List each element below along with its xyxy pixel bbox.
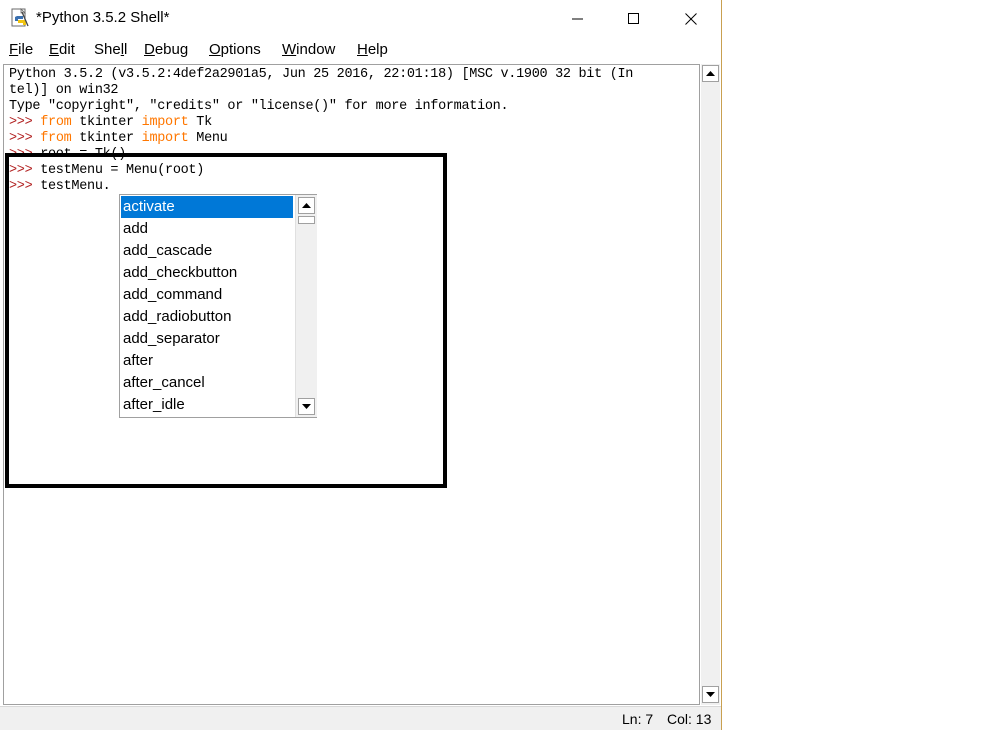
completion-scrollbar[interactable] xyxy=(295,195,317,417)
vertical-scrollbar[interactable] xyxy=(701,64,720,705)
minimize-icon xyxy=(572,18,583,20)
completion-item[interactable]: add xyxy=(121,218,293,240)
completion-item[interactable]: add_cascade xyxy=(121,240,293,262)
scroll-up-button[interactable] xyxy=(702,65,719,82)
code-line: >>> from tkinter import Menu xyxy=(9,131,228,146)
menu-shell[interactable]: Shell xyxy=(94,41,127,58)
menu-window[interactable]: Window xyxy=(282,41,335,58)
maximize-button[interactable] xyxy=(611,0,657,38)
completion-item[interactable]: activate xyxy=(121,196,293,218)
banner-line: tel)] on win32 xyxy=(9,83,119,98)
shell-prompt: >>> xyxy=(9,179,33,194)
menu-debug[interactable]: Debug xyxy=(144,41,188,58)
close-icon xyxy=(685,13,697,25)
minimize-button[interactable] xyxy=(555,0,601,38)
completion-item[interactable]: after_cancel xyxy=(121,372,293,394)
shell-prompt: >>> xyxy=(9,163,33,178)
code-line: >>> from tkinter import Tk xyxy=(9,115,212,130)
window-title: *Python 3.5.2 Shell* xyxy=(36,9,170,26)
completion-item[interactable]: add_command xyxy=(121,284,293,306)
menu-bar: File Edit Shell Debug Options Window Hel… xyxy=(0,38,721,62)
arrow-down-icon xyxy=(706,691,715,697)
arrow-up-icon xyxy=(706,70,715,76)
shell-prompt: >>> xyxy=(9,131,33,146)
code-line: >>> testMenu. xyxy=(9,179,111,194)
completion-list[interactable]: activate add add_cascade add_checkbutton… xyxy=(120,195,294,417)
shell-prompt: >>> xyxy=(9,147,33,162)
idle-shell-window: *Python 3.5.2 Shell* File Edit Shell Deb… xyxy=(0,0,722,730)
line-indicator: Ln: 7 xyxy=(622,711,654,727)
maximize-icon xyxy=(628,13,639,24)
completion-item[interactable]: after_idle xyxy=(121,394,293,416)
python-idle-icon xyxy=(11,8,29,27)
completion-item[interactable]: add_separator xyxy=(121,328,293,350)
column-indicator: Col: 13 xyxy=(667,711,712,727)
banner-line: Python 3.5.2 (v3.5.2:4def2a2901a5, Jun 2… xyxy=(9,67,634,82)
menu-help[interactable]: Help xyxy=(357,41,388,58)
banner-line: Type "copyright", "credits" or "license(… xyxy=(9,99,509,114)
menu-options[interactable]: Options xyxy=(209,41,261,58)
menu-edit[interactable]: Edit xyxy=(49,41,75,58)
completion-item[interactable]: add_radiobutton xyxy=(121,306,293,328)
completion-item[interactable]: add_checkbutton xyxy=(121,262,293,284)
autocomplete-popup[interactable]: activate add add_cascade add_checkbutton… xyxy=(119,194,317,418)
code-line: >>> testMenu = Menu(root) xyxy=(9,163,205,178)
completion-item[interactable]: after xyxy=(121,350,293,372)
completion-scroll-thumb[interactable] xyxy=(298,216,315,224)
arrow-up-icon xyxy=(302,202,311,208)
code-line: >>> root = Tk() xyxy=(9,147,127,162)
scroll-down-button[interactable] xyxy=(702,686,719,703)
completion-scroll-up-button[interactable] xyxy=(298,197,315,214)
shell-prompt: >>> xyxy=(9,115,33,130)
shell-text-area[interactable]: Python 3.5.2 (v3.5.2:4def2a2901a5, Jun 2… xyxy=(3,64,700,705)
arrow-down-icon xyxy=(302,403,311,409)
status-bar: Ln: 7 Col: 13 xyxy=(0,706,721,730)
completion-scroll-down-button[interactable] xyxy=(298,398,315,415)
close-button[interactable] xyxy=(668,0,714,38)
menu-file[interactable]: File xyxy=(9,41,33,58)
title-bar[interactable]: *Python 3.5.2 Shell* xyxy=(0,0,721,38)
